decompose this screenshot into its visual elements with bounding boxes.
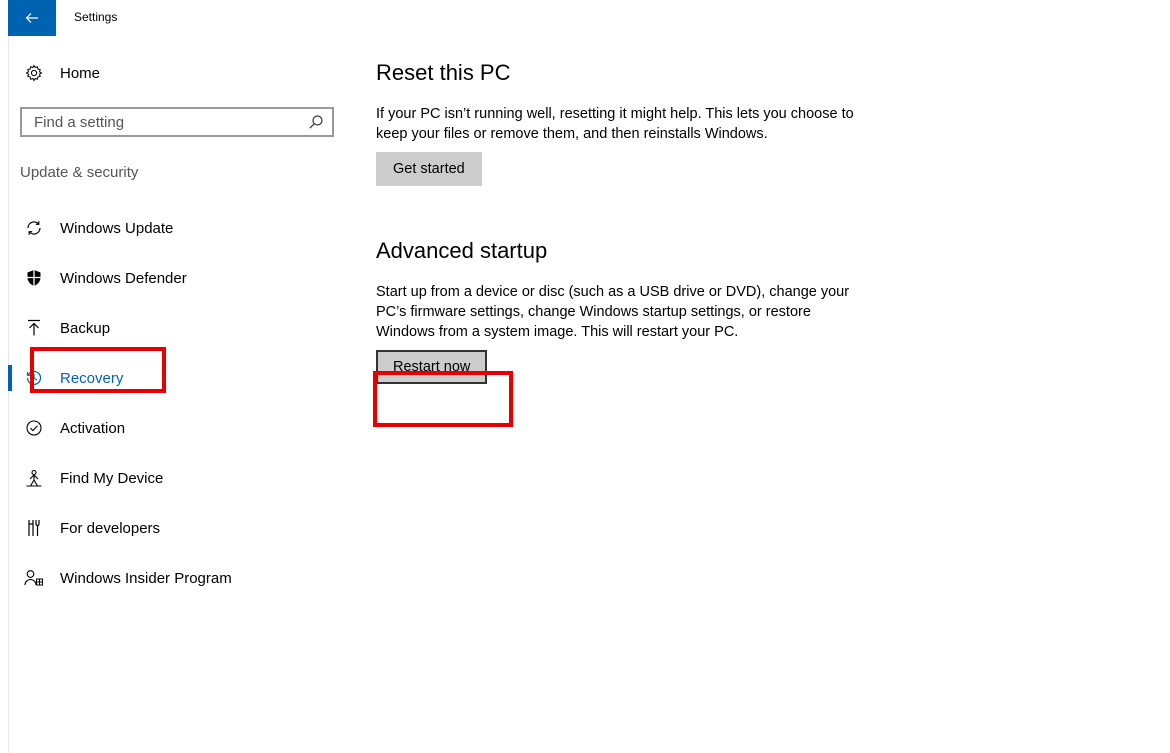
sidebar-item-label: Windows Update	[60, 219, 174, 237]
check-circle-icon	[24, 418, 44, 438]
sidebar-item-label: Recovery	[60, 369, 124, 387]
selection-indicator	[8, 365, 12, 391]
sidebar-item-label: Activation	[60, 419, 126, 437]
sidebar-item-find-my-device[interactable]: Find My Device	[0, 453, 360, 503]
sidebar-item-label: Find My Device	[60, 469, 164, 487]
insider-person-icon	[24, 568, 44, 588]
reset-description: If your PC isn’t running well, resetting…	[376, 106, 854, 142]
sidebar-item-activation[interactable]: Activation	[0, 403, 360, 453]
upload-arrow-icon	[24, 318, 44, 338]
main-content: Reset this PC If your PC isn’t running w…	[376, 58, 876, 384]
get-started-button[interactable]: Get started	[376, 152, 482, 186]
app-title: Settings	[74, 10, 118, 24]
sidebar-item-windows-insider-program[interactable]: Windows Insider Program	[0, 553, 360, 603]
restart-now-button[interactable]: Restart now	[376, 350, 488, 384]
back-button[interactable]	[8, 0, 56, 36]
sidebar-item-for-developers[interactable]: For developers	[0, 503, 360, 553]
reset-section: Reset this PC If your PC isn’t running w…	[376, 58, 876, 186]
advanced-startup-description: Start up from a device or disc (such as …	[376, 284, 850, 340]
home-link[interactable]: Home	[24, 60, 100, 86]
search-input[interactable]	[34, 113, 294, 131]
back-arrow-icon	[25, 13, 38, 23]
advanced-startup-title: Advanced startup	[376, 238, 548, 263]
sidebar-item-recovery[interactable]: Recovery	[0, 353, 360, 403]
sidebar-item-windows-update[interactable]: Windows Update	[0, 203, 360, 253]
search-box[interactable]	[20, 107, 334, 137]
history-icon	[24, 368, 44, 388]
gear-icon	[24, 64, 44, 82]
shield-icon	[24, 268, 44, 288]
title-bar: Settings	[0, 0, 1170, 36]
sidebar-item-label: Windows Insider Program	[60, 569, 232, 587]
sidebar-nav: Windows Update Windows Defender Backup R…	[0, 203, 360, 603]
sidebar-item-label: Windows Defender	[60, 269, 187, 287]
sidebar-item-backup[interactable]: Backup	[0, 303, 360, 353]
person-location-icon	[24, 468, 44, 488]
search-icon[interactable]	[308, 114, 324, 130]
refresh-icon	[24, 218, 44, 238]
sidebar-item-windows-defender[interactable]: Windows Defender	[0, 253, 360, 303]
section-heading: Update & security	[20, 164, 139, 181]
reset-title: Reset this PC	[376, 60, 511, 85]
sidebar-item-label: For developers	[60, 519, 161, 537]
sidebar-item-label: Backup	[60, 319, 111, 337]
developer-tools-icon	[24, 518, 44, 538]
home-label: Home	[60, 64, 101, 82]
advanced-startup-section: Advanced startup Start up from a device …	[376, 236, 876, 384]
